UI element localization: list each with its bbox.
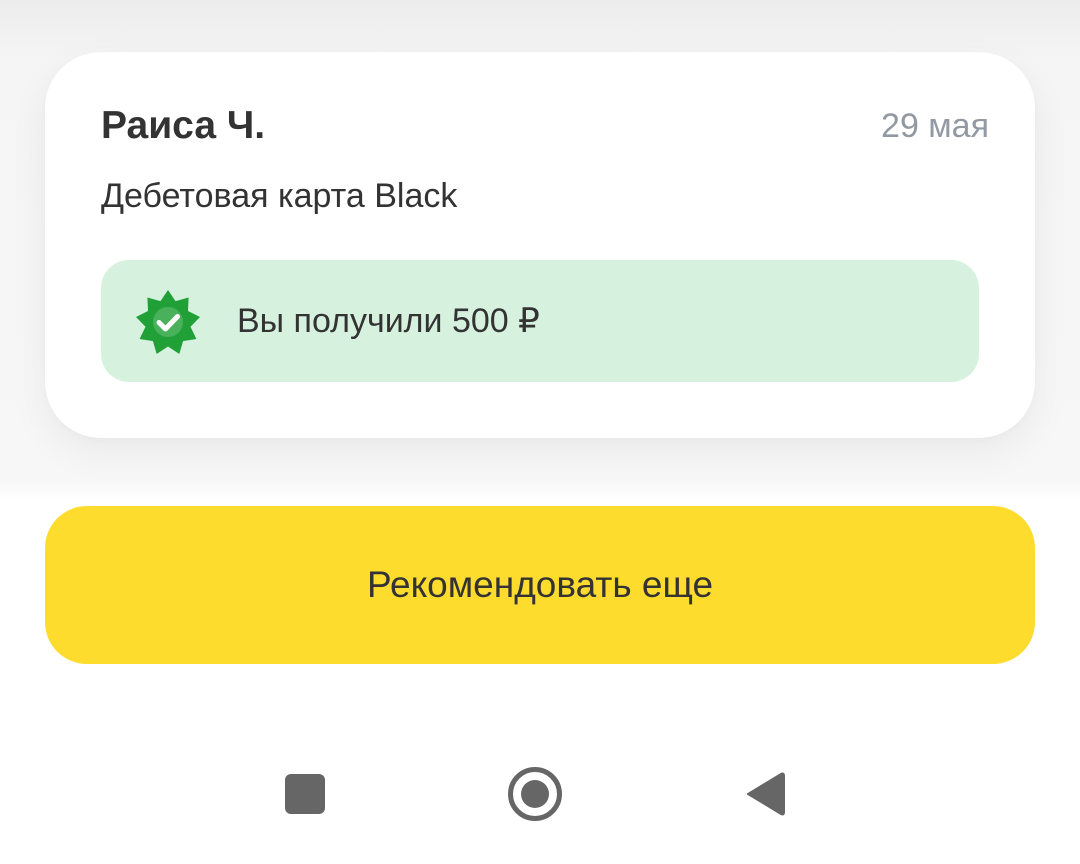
referral-date: 29 мая	[881, 107, 989, 145]
reward-banner: Вы получили 500 ₽	[101, 260, 979, 382]
referral-card: Раиса Ч. 29 мая Дебетовая карта Black Вы…	[45, 52, 1035, 438]
reward-text: Вы получили 500 ₽	[237, 302, 540, 340]
referral-product: Дебетовая карта Black	[101, 177, 458, 215]
back-triangle-icon[interactable]	[744, 771, 786, 817]
referral-name: Раиса Ч.	[101, 104, 266, 147]
recents-square-icon[interactable]	[285, 774, 325, 814]
recommend-more-button[interactable]: Рекомендовать еще	[45, 506, 1035, 664]
home-circle-icon[interactable]	[507, 766, 563, 822]
verified-badge-icon	[136, 290, 200, 354]
